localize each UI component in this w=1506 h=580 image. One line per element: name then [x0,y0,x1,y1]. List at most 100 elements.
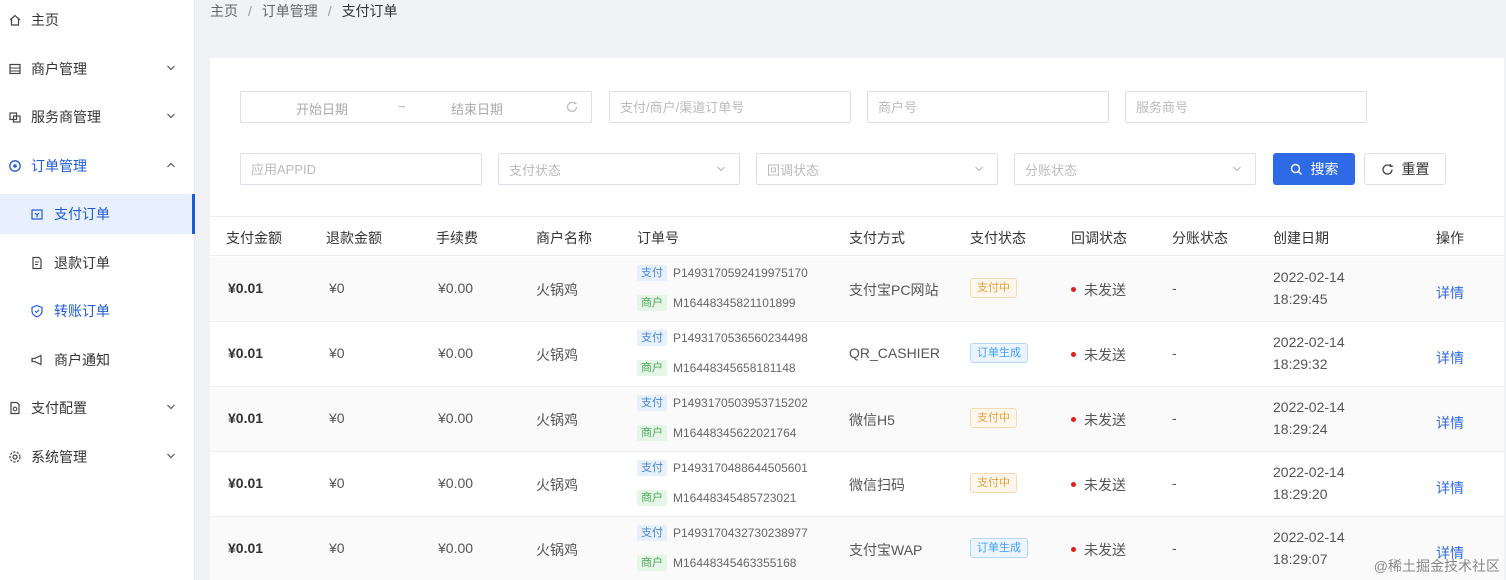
isv-no-field[interactable] [1136,99,1366,115]
cell-mch-name: 火锅鸡 [536,412,578,428]
notify-state-placeholder: 回调状态 [767,162,820,178]
isv-no-input[interactable] [1125,91,1367,123]
pay-order-line: 支付 P1493170503953715202 [637,395,808,411]
pay-order-line: 支付 P1493170536560234498 [637,330,808,346]
appid-input[interactable] [240,153,482,185]
pay-tag: 支付 [637,460,667,476]
sidebar-item-label: 支付订单 [54,206,110,222]
cell-amount: ¥0.01 [228,540,264,556]
sidebar-item-isv[interactable]: 服务商管理 [0,97,195,137]
pay-state-select[interactable]: 支付状态 [498,153,740,185]
th-notify: 回调状态 [1071,230,1127,246]
sidebar-item-notify[interactable]: 商户通知 [0,340,195,380]
table-icon [8,62,22,76]
mch-order-no: M16448345463355168 [673,556,797,570]
status-dot [1071,286,1076,292]
sidebar-item-pay-order[interactable]: 支付订单 [0,194,195,234]
mch-no-input[interactable] [867,91,1109,123]
cell-amount: ¥0.01 [228,280,264,296]
reset-button-label: 重置 [1401,161,1430,177]
th-amount: 支付金额 [226,230,282,246]
sidebar-item-label: 支付配置 [31,400,87,416]
pay-state-placeholder: 支付状态 [509,162,562,178]
breadcrumb-orders[interactable]: 订单管理 [262,3,318,19]
sidebar-item-merchant[interactable]: 商户管理 [0,49,195,89]
breadcrumb-home[interactable]: 主页 [210,3,238,19]
th-refund: 退款金额 [326,230,382,246]
status-badge: 支付中 [970,408,1017,428]
sidebar-item-label: 主页 [31,12,59,28]
mch-tag: 商户 [637,555,667,571]
pay-tag: 支付 [637,395,667,411]
detail-link[interactable]: 详情 [1436,283,1464,303]
order-no-field[interactable] [620,99,850,115]
pay-order-no: P1493170488644505601 [673,461,808,475]
sidebar-item-transfer-order[interactable]: 转账订单 [0,291,195,331]
pay-order-no: P1493170592419975170 [673,266,808,280]
status-badge: 订单生成 [970,343,1028,363]
detail-link[interactable]: 详情 [1436,413,1464,433]
mch-tag: 商户 [637,490,667,506]
reset-button[interactable]: 重置 [1364,153,1446,185]
search-button[interactable]: 搜索 [1273,153,1355,185]
table-row: ¥0.01 ¥0 ¥0.00 火锅鸡 支付 P149317059241997517… [210,257,1504,322]
cell-mch-name: 火锅鸡 [536,477,578,493]
th-action: 操作 [1436,230,1464,246]
cell-amount: ¥0.01 [228,410,264,426]
mch-order-no: M16448345622021764 [673,426,797,440]
table-row: ¥0.01 ¥0 ¥0.00 火锅鸡 支付 P149317048864450560… [210,452,1504,517]
chevron-down-icon [167,65,175,71]
cell-fee: ¥0.00 [438,280,474,296]
gear-icon [8,450,22,464]
status-dot [1071,481,1076,487]
notify-text: 未发送 [1084,412,1126,428]
cell-division: - [1172,280,1177,296]
watermark: @稀土掘金技术社区 [1373,558,1500,574]
date-range-picker[interactable]: 开始日期 ~ 结束日期 [240,91,592,123]
cell-fee: ¥0.00 [438,345,474,361]
end-date-placeholder[interactable]: 结束日期 [451,99,503,118]
mch-no-field[interactable] [878,99,1108,115]
copy-icon [8,110,22,124]
cell-notify: 未发送 [1071,475,1126,495]
target-icon [8,159,22,173]
table-row: ¥0.01 ¥0 ¥0.00 火锅鸡 支付 P149317043273023897… [210,517,1504,580]
pay-order-line: 支付 P1493170432730238977 [637,525,808,541]
notify-state-select[interactable]: 回调状态 [756,153,998,185]
notify-text: 未发送 [1084,282,1126,298]
sidebar-item-orders[interactable]: 订单管理 [0,146,195,186]
chevron-down-icon [167,404,175,410]
sidebar-item-refund-order[interactable]: 退款订单 [0,243,195,283]
detail-link[interactable]: 详情 [1436,478,1464,498]
date-separator: ~ [398,99,406,114]
division-state-select[interactable]: 分账状态 [1014,153,1256,185]
detail-link[interactable]: 详情 [1436,348,1464,368]
cell-notify: 未发送 [1071,345,1126,365]
sidebar-item-home[interactable]: 主页 [0,0,195,40]
sidebar-item-system[interactable]: 系统管理 [0,437,195,477]
status-dot [1071,351,1076,357]
cell-notify: 未发送 [1071,410,1126,430]
order-no-input[interactable] [609,91,851,123]
chevron-up-icon [167,162,175,168]
search-icon [1290,163,1302,175]
cell-time: 18:29:07 [1273,551,1328,567]
appid-field[interactable] [251,161,481,177]
th-fee: 手续费 [436,230,478,246]
start-date-placeholder[interactable]: 开始日期 [296,99,348,118]
cell-notify: 未发送 [1071,540,1126,560]
cell-fee: ¥0.00 [438,475,474,491]
th-way: 支付方式 [849,230,905,246]
pay-order-no: P1493170536560234498 [673,331,808,345]
cell-amount: ¥0.01 [228,345,264,361]
sidebar-item-pay-config[interactable]: 支付配置 [0,388,195,428]
cell-refund: ¥0 [329,280,345,296]
table-header: 支付金额 退款金额 手续费 商户名称 订单号 支付方式 支付状态 回调状态 分账… [210,216,1504,256]
pay-tag: 支付 [637,265,667,281]
table-row: ¥0.01 ¥0 ¥0.00 火锅鸡 支付 P149317050395371520… [210,387,1504,452]
mch-order-line: 商户 M16448345463355168 [637,555,796,571]
refresh-icon[interactable] [565,100,579,114]
cell-division: - [1172,540,1177,556]
cell-refund: ¥0 [329,410,345,426]
search-button-label: 搜索 [1310,161,1339,177]
